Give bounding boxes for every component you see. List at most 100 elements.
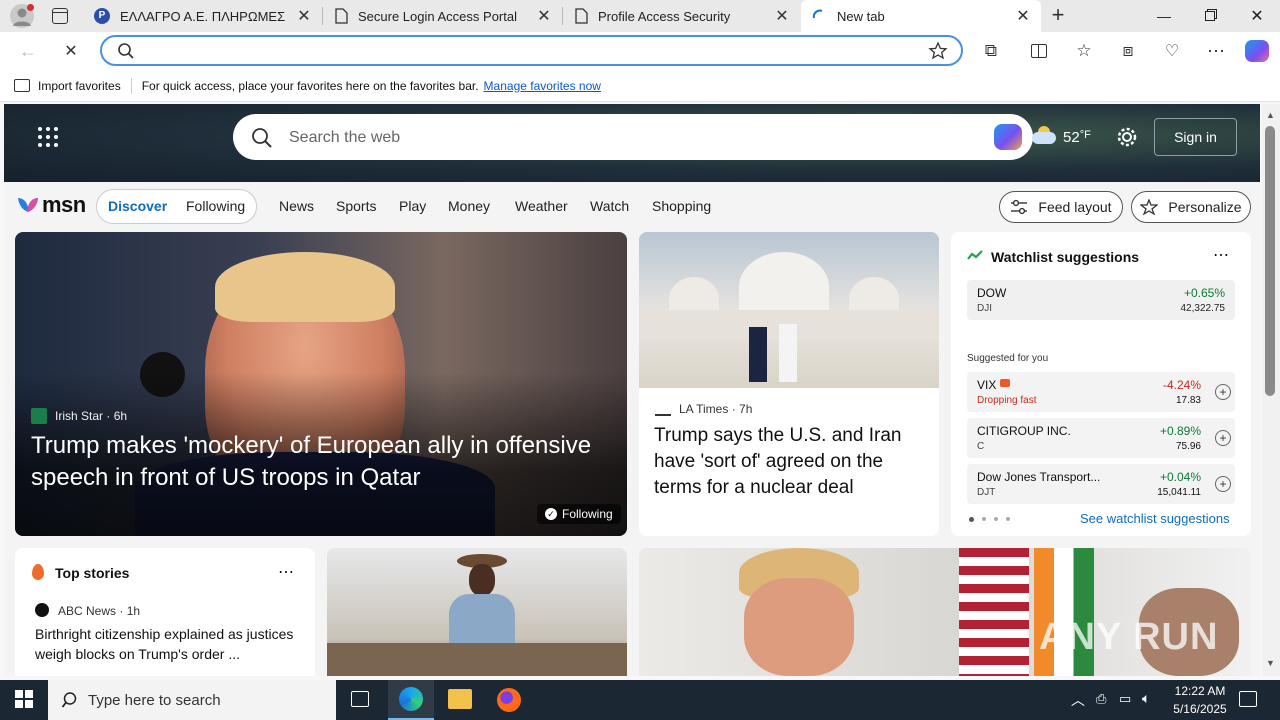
settings-gear-icon[interactable] (1116, 126, 1138, 148)
notifications-icon[interactable] (1239, 691, 1257, 707)
network-icon[interactable]: ⎙ (1096, 691, 1106, 707)
top-stories-more-icon[interactable]: ⋯ (278, 562, 294, 582)
browser-essentials-icon[interactable]: ♡ (1157, 36, 1187, 66)
copilot-icon[interactable] (1245, 40, 1269, 62)
tab-actions-icon[interactable] (52, 8, 68, 24)
nav-watch[interactable]: Watch (590, 198, 629, 214)
flame-icon (32, 564, 44, 580)
settings-more-icon[interactable]: ⋯ (1201, 36, 1231, 66)
favorites-icon[interactable]: ☆ (1069, 36, 1099, 66)
minimize-button[interactable]: — (1141, 0, 1187, 32)
personalize-button[interactable]: Personalize (1131, 191, 1251, 223)
volume-icon[interactable]: 🔈︎ (1142, 690, 1150, 707)
add-icon[interactable]: + (1215, 384, 1231, 400)
task-view-icon[interactable] (351, 691, 369, 707)
nav-play[interactable]: Play (399, 198, 426, 214)
tab-title: Secure Login Access Portal (358, 8, 517, 24)
taskbar-search-box[interactable]: Type here to search (48, 680, 336, 720)
msn-search-input[interactable]: Search the web (289, 129, 400, 147)
sign-in-button[interactable]: Sign in (1154, 118, 1237, 156)
add-icon[interactable]: + (1215, 476, 1231, 492)
scroll-thumb[interactable] (1265, 126, 1275, 396)
restore-button[interactable] (1187, 0, 1233, 32)
hero-source: Irish Star · 6h (55, 409, 128, 423)
back-icon[interactable]: ← (13, 36, 43, 66)
new-tab-button[interactable]: + (1046, 4, 1070, 28)
trend-down-icon (1000, 379, 1010, 387)
sliders-icon (1011, 199, 1028, 215)
watchlist-row-dow[interactable]: DOW DJI +0.65% 42,322.75 (967, 280, 1235, 320)
document-icon (575, 8, 588, 24)
tab-secure-login[interactable]: Secure Login Access Portal ✕ (324, 0, 562, 32)
collections-icon[interactable]: ⧈ (1113, 36, 1143, 66)
tab-new-tab[interactable]: New tab ✕ (801, 0, 1041, 32)
import-favorites-button[interactable]: Import favorites (38, 79, 121, 93)
hero-headline[interactable]: Trump makes 'mockery' of European ally i… (31, 430, 621, 494)
extensions-icon[interactable]: ⧉ (976, 36, 1006, 66)
nav-money[interactable]: Money (448, 198, 490, 214)
scroll-down-arrow[interactable]: ▼ (1266, 658, 1275, 668)
split-screen-icon[interactable] (1024, 36, 1054, 66)
person-face (744, 578, 854, 676)
check-icon: ✓ (545, 508, 557, 520)
second-headline[interactable]: Trump says the U.S. and Iran have 'sort … (654, 423, 929, 501)
wifi-icon[interactable]: ▭ (1119, 691, 1131, 707)
tab-ellagro[interactable]: P ΕΛΛΑΓΡΟ Α.Ε. ΠΛΗΡΩΜΕΣ ✕ (84, 0, 322, 32)
manage-favorites-link[interactable]: Manage favorites now (484, 79, 601, 93)
add-icon[interactable]: + (1215, 430, 1231, 446)
tab-following[interactable]: Following (186, 198, 245, 214)
nav-weather[interactable]: Weather (515, 198, 568, 214)
file-explorer-icon[interactable] (448, 689, 472, 709)
clock-time[interactable]: 12:22 AM (1170, 684, 1230, 698)
top-story-headline[interactable]: Birthright citizenship explained as just… (35, 624, 303, 664)
windows-start-icon[interactable] (15, 690, 33, 708)
second-story-card[interactable]: LA Times · 7h Trump says the U.S. and Ir… (639, 232, 939, 536)
nav-news[interactable]: News (279, 198, 314, 214)
firefox-icon[interactable] (497, 688, 521, 712)
search-icon (118, 43, 134, 59)
carousel-dots[interactable] (969, 517, 1010, 522)
tab-close-icon[interactable]: ✕ (1015, 6, 1031, 26)
taskbar-search-input[interactable]: Type here to search (88, 692, 221, 709)
loading-icon (812, 9, 823, 19)
feed-layout-button[interactable]: Feed layout (999, 191, 1123, 223)
personalize-icon (1140, 199, 1159, 215)
apps-launcher-icon[interactable] (38, 127, 58, 147)
scroll-up-arrow[interactable]: ▲ (1266, 110, 1275, 120)
nav-sports[interactable]: Sports (336, 198, 376, 214)
cowboy-face (469, 564, 495, 596)
cloud-icon (1032, 126, 1056, 144)
watchlist-title: Watchlist suggestions (991, 249, 1140, 265)
favorites-divider (130, 77, 132, 94)
address-bar[interactable] (100, 35, 963, 66)
watchlist-more-icon[interactable]: ⋯ (1213, 245, 1229, 265)
following-badge[interactable]: ✓ Following (537, 504, 621, 524)
la-times-logo (655, 402, 671, 416)
profile-avatar[interactable] (10, 4, 34, 28)
watchlist-row-vix[interactable]: VIX Dropping fast -4.24% 17.83 + (967, 372, 1235, 412)
watchlist-row-dow-transport[interactable]: Dow Jones Transport... DJT +0.04% 15,041… (967, 464, 1235, 504)
msn-logo[interactable]: msn (16, 192, 86, 218)
trump-modi-story-card[interactable]: ANY RUN (639, 548, 1251, 676)
tab-title: Profile Access Security (598, 8, 731, 24)
tab-close-icon[interactable]: ✕ (536, 6, 552, 26)
following-label: Following (562, 507, 613, 521)
weather-temp[interactable]: 52°F (1063, 129, 1091, 146)
tab-close-icon[interactable]: ✕ (774, 6, 790, 26)
nav-shopping[interactable]: Shopping (652, 198, 711, 214)
tray-chevron-icon[interactable]: ︿ (1071, 690, 1085, 710)
stop-loading-icon[interactable]: ✕ (56, 36, 86, 66)
see-watchlist-link[interactable]: See watchlist suggestions (1080, 511, 1230, 526)
clock-date[interactable]: 5/16/2025 (1166, 702, 1234, 716)
tab-discover[interactable]: Discover (108, 198, 167, 214)
star-icon[interactable] (928, 41, 948, 61)
copilot-search-icon[interactable] (994, 124, 1022, 150)
page-scrollbar[interactable]: ▲ ▼ (1262, 104, 1280, 676)
cowboy-story-card[interactable] (327, 548, 627, 676)
close-window-button[interactable]: ✕ (1234, 0, 1280, 32)
tab-profile-access[interactable]: Profile Access Security ✕ (564, 0, 800, 32)
edge-taskbar-icon[interactable] (388, 680, 434, 720)
butterfly-icon (18, 198, 38, 212)
tab-close-icon[interactable]: ✕ (296, 6, 312, 26)
watchlist-row-citigroup[interactable]: CITIGROUP INC. C +0.89% 75.96 + (967, 418, 1235, 458)
